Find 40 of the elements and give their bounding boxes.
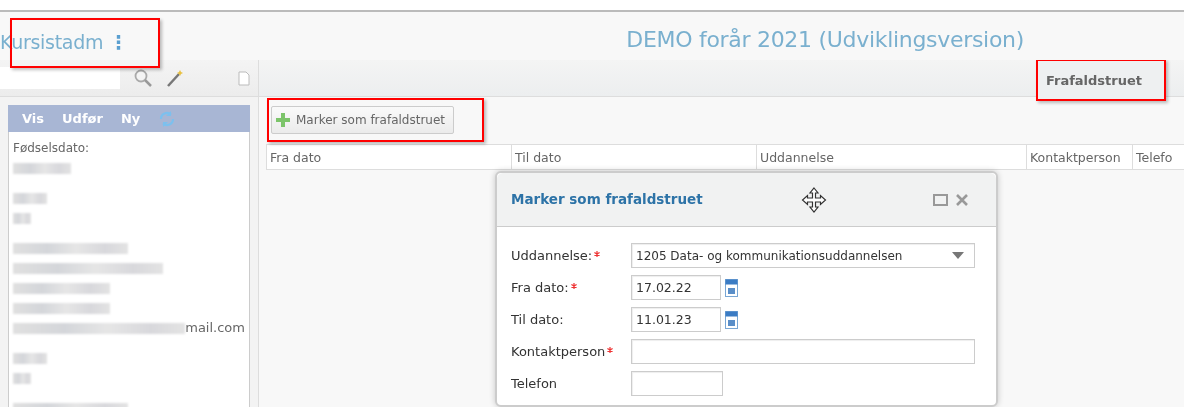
mark-button[interactable]: Marker som frafaldstruet	[271, 106, 454, 134]
maximize-icon[interactable]	[933, 193, 948, 206]
column-header[interactable]: Kontaktperson	[1026, 145, 1132, 169]
email-suffix: mail.com	[185, 319, 245, 338]
magic-wand-icon[interactable]	[166, 69, 184, 87]
date-field[interactable]: 11.01.23	[631, 307, 721, 332]
document-icon[interactable]	[238, 70, 250, 86]
redacted-text	[13, 162, 71, 174]
redacted-text	[13, 212, 31, 224]
column-header[interactable]: Uddannelse	[756, 145, 1026, 169]
field-label: Fra dato:	[511, 278, 569, 297]
environment-title: DEMO forår 2021 (Udviklingsversion)	[626, 26, 1024, 54]
redacted-text	[13, 372, 31, 384]
search-icon[interactable]	[134, 69, 152, 87]
dialog-title: Marker som frafaldstruet	[511, 190, 703, 210]
field-label: Telefon	[511, 374, 558, 393]
calendar-icon[interactable]	[725, 310, 738, 329]
plus-icon	[276, 113, 290, 127]
search-field[interactable]	[0, 67, 120, 89]
redacted-text	[13, 352, 47, 364]
required-icon	[607, 346, 614, 353]
field-label: Kontaktperson	[511, 342, 606, 361]
calendar-icon[interactable]	[725, 278, 738, 297]
close-icon[interactable]	[956, 193, 968, 206]
text-field[interactable]	[631, 371, 723, 396]
dropdown[interactable]: 1205 Data- og kommunikationsuddannelsen	[631, 243, 975, 268]
required-icon	[570, 282, 577, 289]
field-label: Til dato:	[511, 310, 564, 329]
field-label: Uddannelse:	[511, 246, 593, 265]
redacted-text	[13, 192, 47, 204]
required-icon	[594, 250, 601, 257]
caret-icon	[952, 252, 964, 259]
column-header[interactable]: Telefo	[1132, 145, 1184, 169]
column-header[interactable]: Fra dato	[266, 145, 511, 169]
column-header[interactable]: Til dato	[511, 145, 756, 169]
field-label: Fødselsdato:	[13, 140, 91, 157]
tab[interactable]: Frafaldstruet	[1037, 61, 1164, 99]
text-field[interactable]	[631, 339, 975, 364]
date-field[interactable]: 17.02.22	[631, 275, 721, 300]
move-cursor-icon	[800, 186, 827, 213]
